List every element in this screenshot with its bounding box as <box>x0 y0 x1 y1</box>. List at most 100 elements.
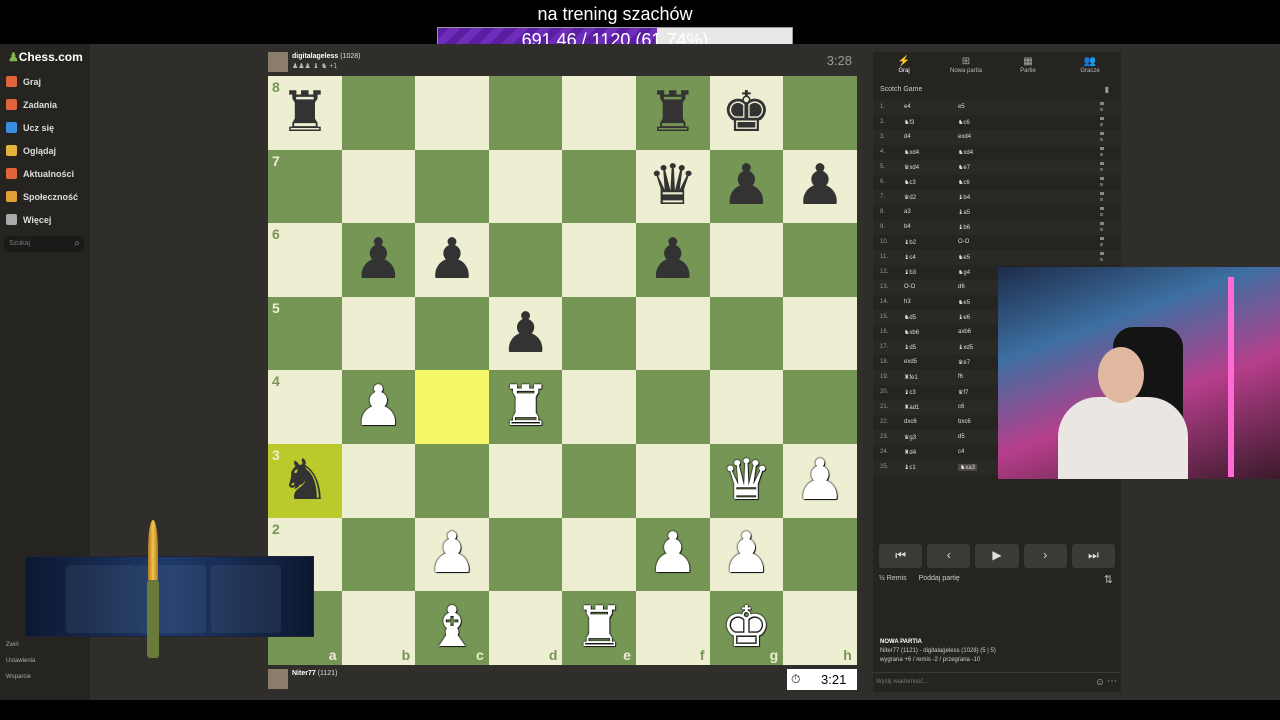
square-h3[interactable]: ♟ <box>783 443 857 518</box>
white-move[interactable]: O-O <box>904 284 915 290</box>
black-rook-icon[interactable]: ♜ <box>648 84 698 141</box>
tab-2[interactable]: ▦ Partie <box>997 52 1059 80</box>
square-a7[interactable]: 7 <box>268 149 342 224</box>
black-rook-icon[interactable]: ♜ <box>280 84 330 141</box>
white-move[interactable]: e4 <box>904 104 911 110</box>
white-pawn-icon[interactable]: ♟ <box>795 452 845 509</box>
square-c3[interactable] <box>415 443 489 518</box>
square-h5[interactable] <box>783 296 857 371</box>
square-c7[interactable] <box>415 149 489 224</box>
square-h2[interactable] <box>783 517 857 592</box>
black-move[interactable]: ♞xd4 <box>958 149 973 156</box>
black-move[interactable]: O-O <box>958 239 969 245</box>
black-move[interactable]: c6 <box>958 404 964 410</box>
square-g7[interactable]: ♟ <box>709 149 784 224</box>
sidebar-footer-support[interactable]: Wsparcie <box>6 674 31 680</box>
white-move[interactable]: ♝b2 <box>904 239 916 246</box>
square-g8[interactable]: ♚ <box>709 76 784 150</box>
sidebar-item-5[interactable]: Społeczność <box>6 191 78 202</box>
square-g2[interactable]: ♟ <box>709 517 784 592</box>
sidebar-item-0[interactable]: Graj <box>6 76 41 87</box>
white-rook-icon[interactable]: ♜ <box>500 379 550 435</box>
black-move[interactable]: exd4 <box>958 134 971 140</box>
square-e2[interactable] <box>562 517 636 592</box>
white-move[interactable]: ♞xb6 <box>904 329 919 336</box>
white-move[interactable]: ♞d5 <box>904 314 916 321</box>
square-d3[interactable] <box>488 443 563 518</box>
square-e1[interactable]: ♜ e <box>562 591 636 665</box>
square-b4[interactable]: ♟ <box>341 370 416 444</box>
black-move[interactable]: ♝b4 <box>958 194 970 201</box>
white-move[interactable]: ♜fe1 <box>904 374 918 381</box>
white-move[interactable]: ♛d2 <box>904 194 916 201</box>
square-g4[interactable] <box>709 370 784 444</box>
white-move[interactable]: ♝c4 <box>904 254 916 261</box>
square-f2[interactable]: ♟ <box>635 517 710 592</box>
square-h6[interactable] <box>783 223 857 297</box>
black-move[interactable]: bxc6 <box>958 419 971 425</box>
next-move-button[interactable]: › <box>1023 544 1067 568</box>
sidebar-item-3[interactable]: Oglądaj <box>6 145 56 156</box>
white-move[interactable]: ♞c3 <box>904 179 916 186</box>
black-pawn-icon[interactable]: ♟ <box>795 158 845 214</box>
black-move[interactable]: e5 <box>958 104 965 110</box>
top-player-name[interactable]: digitalageless <box>292 53 338 60</box>
top-player-avatar[interactable] <box>268 52 288 72</box>
black-move[interactable]: d5 <box>958 434 965 440</box>
square-g3[interactable]: ♛ <box>709 443 784 518</box>
black-move[interactable]: ♝a5 <box>958 209 970 216</box>
square-e6[interactable] <box>562 223 636 297</box>
white-move[interactable]: ♛xd4 <box>904 164 919 171</box>
sidebar-item-4[interactable]: Aktualności <box>6 168 74 179</box>
tab-0[interactable]: ⚡ Graj <box>873 52 935 80</box>
tab-1[interactable]: ⊞ Nowa partia <box>935 52 997 80</box>
square-a4[interactable]: 4 <box>268 370 342 444</box>
black-move[interactable]: ♝b6 <box>958 224 970 231</box>
white-move[interactable]: ♝c3 <box>904 389 916 396</box>
black-move[interactable]: ♞c6 <box>958 179 970 186</box>
black-pawn-icon[interactable]: ♟ <box>500 305 550 362</box>
square-b2[interactable] <box>341 517 416 592</box>
square-b3[interactable] <box>341 443 416 518</box>
square-e7[interactable] <box>562 149 636 224</box>
bottom-player-name[interactable]: Niter77 <box>292 670 316 677</box>
black-move[interactable]: ♛e7 <box>958 359 970 366</box>
chesscom-logo[interactable]: ♟Chess.com <box>8 50 83 64</box>
book-icon[interactable]: ▮ <box>1105 85 1109 94</box>
square-g1[interactable]: ♚ g <box>709 591 784 665</box>
square-b6[interactable]: ♟ <box>341 223 416 297</box>
offer-draw-button[interactable]: ½ Remis <box>879 575 907 582</box>
black-knight-icon[interactable]: ♞ <box>280 452 330 509</box>
black-move[interactable]: ♞e7 <box>958 164 970 171</box>
square-d8[interactable] <box>488 76 563 150</box>
sidebar-item-1[interactable]: Zadania <box>6 99 57 110</box>
black-pawn-icon[interactable]: ♟ <box>648 231 698 288</box>
black-move[interactable]: ♞g4 <box>958 269 970 276</box>
square-a8[interactable]: ♜ 8 <box>268 76 342 150</box>
black-move[interactable]: ♞xa3 <box>958 464 978 471</box>
square-f5[interactable] <box>635 296 710 371</box>
black-move[interactable]: ♛f7 <box>958 389 968 396</box>
white-move[interactable]: h3 <box>904 299 911 305</box>
square-c6[interactable]: ♟ <box>415 223 489 297</box>
white-king-icon[interactable]: ♚ <box>721 599 771 656</box>
square-c2[interactable]: ♟ <box>415 517 489 592</box>
sidebar-item-2[interactable]: Ucz się <box>6 122 54 133</box>
square-f4[interactable] <box>635 370 710 444</box>
white-move[interactable]: ♛g3 <box>904 434 916 441</box>
black-move[interactable]: ♝e6 <box>958 314 970 321</box>
square-e4[interactable] <box>562 370 636 444</box>
last-move-button[interactable]: ⏭ <box>1071 544 1116 568</box>
black-pawn-icon[interactable]: ♟ <box>353 231 403 288</box>
black-queen-icon[interactable]: ♛ <box>648 158 698 214</box>
white-pawn-icon[interactable]: ♟ <box>721 526 771 582</box>
square-g6[interactable] <box>709 223 784 297</box>
black-move[interactable]: axb6 <box>958 329 971 335</box>
chat-input[interactable]: Wyślij wiadomość... ☺ ⋯ <box>873 672 1121 692</box>
square-c8[interactable] <box>415 76 489 150</box>
square-a5[interactable]: 5 <box>268 296 342 371</box>
search-input[interactable]: Szukaj ⌕ <box>4 236 84 252</box>
square-b5[interactable] <box>341 296 416 371</box>
square-d7[interactable] <box>488 149 563 224</box>
chess-board[interactable]: ♜8♜♚7♛♟♟6♟♟♟5♟4♟♜♞3♛♟2♟♟♟1ab♝cd♜ef♚gh <box>268 76 857 665</box>
